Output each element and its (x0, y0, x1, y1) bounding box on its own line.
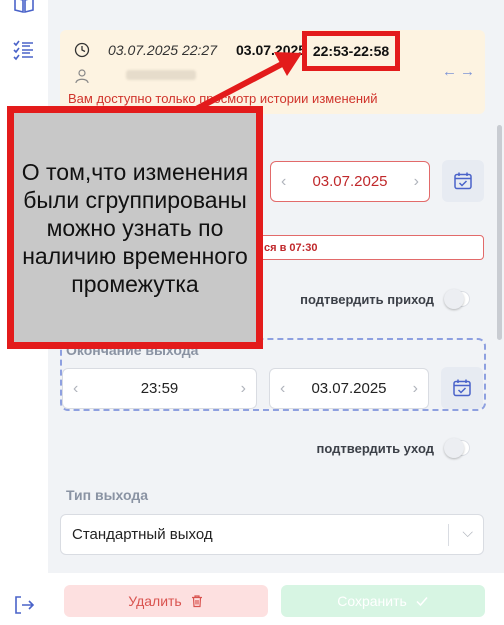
confirm-arrival-label: подтвердить приход (300, 292, 434, 307)
exit-type-select[interactable]: Стандартный выход ⌵ (60, 514, 484, 555)
trash-icon (191, 595, 202, 608)
chevron-left-icon[interactable]: ‹ (73, 380, 78, 398)
time-range-highlight: 22:53-22:58 (302, 31, 400, 71)
chevron-right-icon[interactable]: › (414, 173, 419, 191)
exit-type-value: Стандартный выход (72, 526, 213, 543)
annotation-text: О том,что изменения были сгруппированы м… (21, 158, 249, 297)
check-icon (416, 597, 428, 607)
chevron-right-icon[interactable]: › (241, 380, 246, 398)
arrival-date-value: 03.07.2025 (312, 173, 388, 190)
chevron-down-icon[interactable]: ⌵ (462, 524, 473, 541)
departure-time-field[interactable]: ‹ 23:59 › (62, 368, 257, 409)
annotation-callout: О том,что изменения были сгруппированы м… (7, 106, 263, 349)
departure-time-value: 23:59 (140, 380, 179, 397)
confirm-departure-toggle[interactable] (444, 438, 470, 458)
chevron-left-icon[interactable]: ‹ (280, 380, 285, 398)
delete-button-label: Удалить (128, 593, 182, 609)
chevron-right-icon[interactable]: › (413, 380, 418, 398)
confirm-departure-label: подтвердить уход (316, 441, 434, 456)
arrival-error-tag: ся в 07:30 (255, 235, 484, 260)
select-divider (448, 524, 449, 546)
calendar-icon (454, 172, 472, 190)
confirm-arrival-toggle[interactable] (444, 289, 470, 309)
history-nav-arrows[interactable]: ←→ (442, 63, 478, 80)
calendar-icon (453, 379, 471, 397)
user-name-blurred (126, 70, 196, 80)
logout-icon[interactable] (12, 593, 36, 617)
arrival-date-field[interactable]: ‹ 03.07.2025 › (270, 161, 430, 202)
departure-calendar-button[interactable] (441, 367, 483, 409)
delete-button[interactable]: Удалить (64, 585, 268, 617)
checklist-icon[interactable] (12, 38, 36, 62)
save-button-label: Сохранить (337, 593, 407, 609)
save-button[interactable]: Сохранить (281, 585, 485, 617)
book-icon[interactable] (12, 0, 36, 16)
exit-type-label: Тип выхода (66, 487, 149, 503)
readonly-message: Вам доступно только просмотр истории изм… (68, 91, 378, 106)
clock-icon (74, 42, 90, 58)
user-icon (75, 69, 89, 84)
departure-date-field[interactable]: ‹ 03.07.2025 › (269, 368, 429, 409)
change-date: 03.07.2025 (236, 42, 307, 58)
departure-date-value: 03.07.2025 (311, 380, 387, 397)
arrival-calendar-button[interactable] (442, 160, 484, 202)
history-notice: 03.07.2025 22:27 03.07.2025 Вам доступно… (60, 30, 485, 114)
change-datetime: 03.07.2025 22:27 (108, 42, 217, 58)
scrollbar[interactable] (497, 125, 502, 340)
chevron-left-icon[interactable]: ‹ (281, 173, 286, 191)
